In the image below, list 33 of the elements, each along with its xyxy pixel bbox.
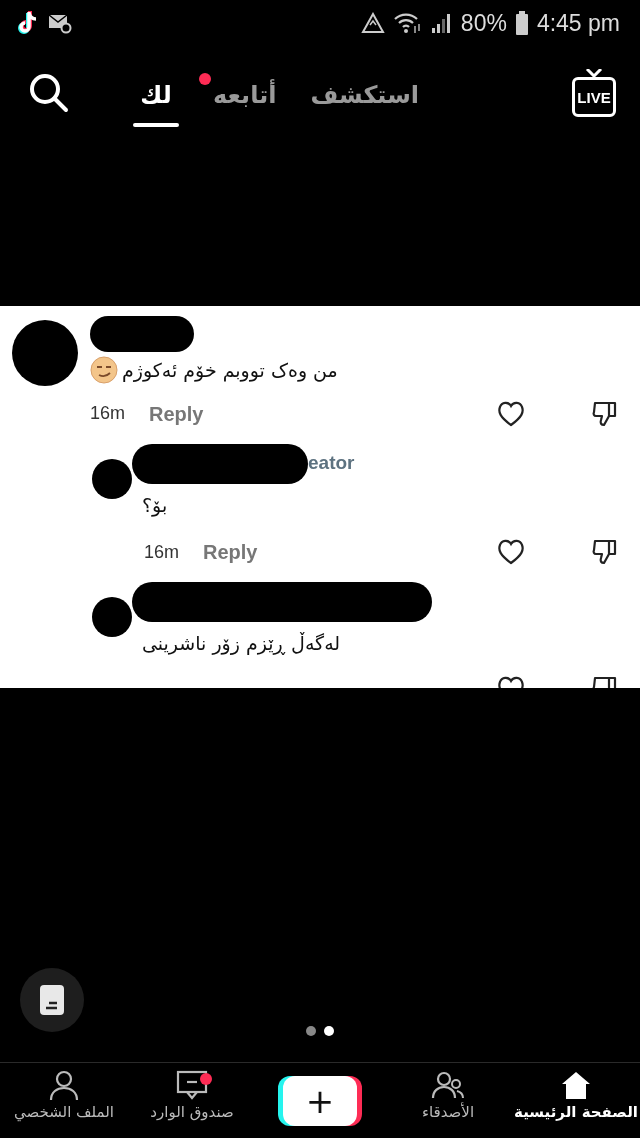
wifi-icon <box>392 12 423 34</box>
avatar <box>92 597 132 637</box>
feed-tab[interactable]: أتابعه <box>213 73 277 123</box>
mail-settings-icon <box>48 12 72 34</box>
search-icon[interactable] <box>28 72 70 114</box>
nav-tab[interactable]: الملف الشخصي <box>0 1063 128 1138</box>
comment-time: 16m <box>144 540 179 564</box>
reply-link[interactable]: Reply <box>203 537 258 567</box>
comment-text: لەگەڵ ڕێزم زۆر ناشرینی <box>142 631 341 657</box>
battery-percent: 80% <box>460 8 507 38</box>
live-button[interactable]: LIVE <box>572 77 616 117</box>
tab-underline <box>133 123 179 127</box>
person-icon <box>47 1069 81 1101</box>
avatar <box>92 458 132 499</box>
heart-icon[interactable] <box>496 538 526 566</box>
battery-icon <box>514 11 529 35</box>
comment-time: 16m <box>90 402 125 425</box>
nav-tab[interactable]: الأصدقاء <box>384 1063 512 1138</box>
author-name: eator <box>308 451 355 476</box>
people-icon <box>431 1069 465 1101</box>
feed-tab[interactable]: استكشف <box>310 73 419 123</box>
nav-tab[interactable]: صندوق الوارد <box>128 1063 256 1138</box>
comment-text: من وەک تووبم خۆم ئەکوژم <box>122 358 338 384</box>
antenna-icon <box>585 69 603 77</box>
comment-text: بۆ؟ <box>142 492 168 519</box>
heart-icon[interactable] <box>496 399 526 428</box>
chat-icon <box>175 1069 209 1101</box>
signal-icon <box>430 12 453 34</box>
clock: 4:45 pm <box>536 8 620 38</box>
feed-tab[interactable]: لك <box>133 73 179 123</box>
nav-tab[interactable]: الصفحة الرئيسية <box>512 1063 640 1138</box>
reply-link[interactable]: Reply <box>149 398 204 429</box>
document-icon <box>39 984 65 1016</box>
